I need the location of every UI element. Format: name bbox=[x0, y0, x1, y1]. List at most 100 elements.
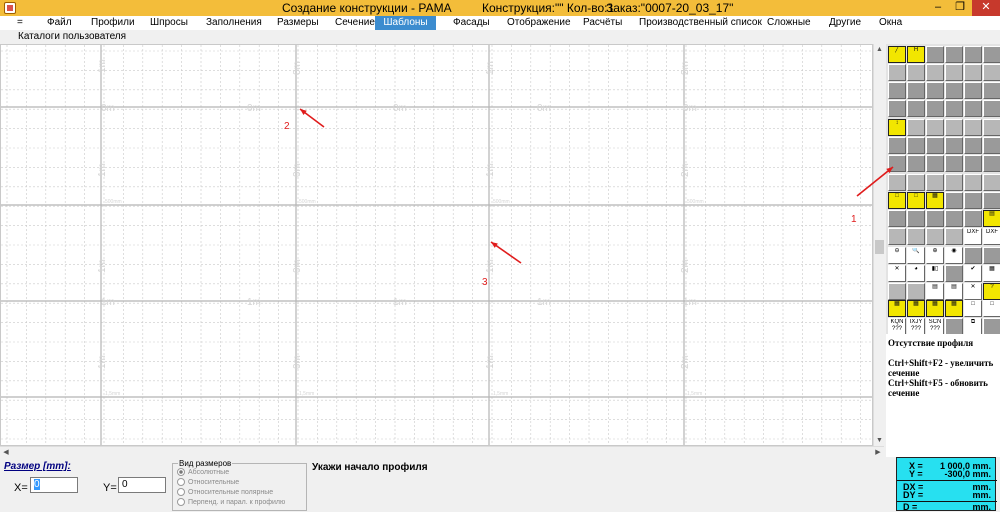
tool-button-11-5[interactable] bbox=[983, 247, 1000, 264]
tool-button-7-5[interactable] bbox=[983, 174, 1000, 191]
bar-chart-icon[interactable]: ▮▯ bbox=[926, 265, 944, 282]
tool-button-3-2[interactable] bbox=[926, 100, 944, 117]
menu-item-section[interactable]: Сечение bbox=[332, 16, 378, 30]
square-tool-2[interactable]: □ bbox=[983, 300, 1000, 317]
menu-item-complex[interactable]: Сложные bbox=[764, 16, 814, 30]
tool-button-15-5[interactable] bbox=[983, 318, 1000, 335]
tool-button-8-4[interactable] bbox=[964, 192, 982, 209]
tool-button-2-0[interactable] bbox=[888, 82, 906, 99]
menu-item-other[interactable]: Другие bbox=[826, 16, 864, 30]
menu-item-calculations[interactable]: Расчёты bbox=[580, 16, 625, 30]
document-red-icon[interactable]: ▤ bbox=[945, 283, 963, 300]
globe-icon[interactable]: ◉ bbox=[945, 247, 963, 264]
tool-button-3-4[interactable] bbox=[964, 100, 982, 117]
radio-absolute[interactable]: Абсолютные bbox=[177, 468, 229, 477]
tool-button-7-2[interactable] bbox=[926, 174, 944, 191]
tool-button-10-0[interactable] bbox=[888, 228, 906, 245]
restore-button[interactable]: ❐ bbox=[948, 0, 972, 16]
dxf-export-tool[interactable]: DXF bbox=[983, 228, 1000, 245]
tool-button-1-1[interactable] bbox=[907, 64, 925, 81]
tool-button-5-0[interactable] bbox=[888, 137, 906, 154]
tool-button-1-0[interactable] bbox=[888, 64, 906, 81]
square-sash-tool[interactable]: □ bbox=[907, 192, 925, 209]
horizontal-scrollbar[interactable]: ◀ ▶ bbox=[0, 446, 884, 457]
document-icon[interactable]: ▤ bbox=[926, 283, 944, 300]
tool-button-5-5[interactable] bbox=[983, 137, 1000, 154]
tool-button-1-5[interactable] bbox=[983, 64, 1000, 81]
tool-button-4-1[interactable] bbox=[907, 119, 925, 136]
grid-frame-tool[interactable]: ▦ bbox=[926, 192, 944, 209]
grid-tool-3[interactable]: ▦ bbox=[926, 300, 944, 317]
menu-item-user-catalogs[interactable]: Каталоги пользователя bbox=[18, 30, 126, 43]
tool-button-1-2[interactable] bbox=[926, 64, 944, 81]
tool-button-10-1[interactable] bbox=[907, 228, 925, 245]
drawing-canvas[interactable]: 0m 0m 0m 0m 0m 1m 1m 1m 1m 1m 1m 0m 1m 2m 1m 0m 1m 2m 1m 0m… bbox=[0, 44, 873, 446]
tool-button-3-1[interactable] bbox=[907, 100, 925, 117]
dxf-import-tool[interactable]: DXF bbox=[964, 228, 982, 245]
square-tool[interactable]: □ bbox=[964, 300, 982, 317]
tool-button-0-2[interactable] bbox=[926, 46, 944, 63]
tool-button-12-3[interactable] bbox=[945, 265, 963, 282]
menu-item-templates[interactable]: Шаблоны bbox=[375, 16, 436, 30]
menu-item-sizes[interactable]: Размеры bbox=[274, 16, 322, 30]
tool-button-6-4[interactable] bbox=[964, 155, 982, 172]
grid-tool-4[interactable]: ▦ bbox=[945, 300, 963, 317]
tool-button-9-3[interactable] bbox=[945, 210, 963, 227]
tool-button-2-4[interactable] bbox=[964, 82, 982, 99]
radio-relative[interactable]: Относительные bbox=[177, 478, 239, 487]
tool-button-0-4[interactable] bbox=[964, 46, 982, 63]
menu-item-fillings[interactable]: Заполнения bbox=[203, 16, 265, 30]
menu-item-file[interactable]: Файл bbox=[44, 16, 75, 30]
scroll-up-icon[interactable]: ▲ bbox=[875, 45, 884, 54]
copy-frame-tool[interactable]: ⧉ bbox=[964, 318, 982, 335]
tool-button-9-1[interactable] bbox=[907, 210, 925, 227]
frame-profile-tool[interactable]: H bbox=[907, 46, 925, 63]
draw-profile-tool[interactable]: ╱ bbox=[888, 46, 906, 63]
cursor-tool[interactable]: ✕ bbox=[888, 265, 906, 282]
ixjy-tool[interactable]: IXJY ??? bbox=[907, 318, 925, 335]
scroll-down-icon[interactable]: ▼ bbox=[875, 436, 884, 445]
tool-button-5-1[interactable] bbox=[907, 137, 925, 154]
zoom-icon[interactable]: 🔍 bbox=[907, 247, 925, 264]
tool-button-2-1[interactable] bbox=[907, 82, 925, 99]
check-icon[interactable]: ✔ bbox=[964, 265, 982, 282]
tool-button-2-5[interactable] bbox=[983, 82, 1000, 99]
close-button[interactable]: ✕ bbox=[972, 0, 1000, 16]
grid-tool-2[interactable]: ▦ bbox=[907, 300, 925, 317]
tool-button-1-4[interactable] bbox=[964, 64, 982, 81]
tool-button-7-1[interactable] bbox=[907, 174, 925, 191]
tool-button-3-5[interactable] bbox=[983, 100, 1000, 117]
menu-item-mullions[interactable]: Шпросы bbox=[147, 16, 191, 30]
yellow-frame-tool[interactable]: ▤ bbox=[983, 210, 1000, 227]
menu-item-windows[interactable]: Окна bbox=[876, 16, 905, 30]
tool-button-6-1[interactable] bbox=[907, 155, 925, 172]
zoom-out-icon[interactable]: ⊖ bbox=[888, 247, 906, 264]
tool-button-4-5[interactable] bbox=[983, 119, 1000, 136]
tool-button-6-3[interactable] bbox=[945, 155, 963, 172]
tool-button-9-4[interactable] bbox=[964, 210, 982, 227]
tool-button-8-5[interactable] bbox=[983, 192, 1000, 209]
delete-icon[interactable]: ✕ bbox=[964, 283, 982, 300]
menu-item-facades[interactable]: Фасады bbox=[450, 16, 493, 30]
tool-button-9-2[interactable] bbox=[926, 210, 944, 227]
tool-button-15-3[interactable] bbox=[945, 318, 963, 335]
tool-button-6-2[interactable] bbox=[926, 155, 944, 172]
tool-button-1-3[interactable] bbox=[945, 64, 963, 81]
menu-item-production-list[interactable]: Производственный список bbox=[636, 16, 765, 30]
tool-button-10-3[interactable] bbox=[945, 228, 963, 245]
vertical-scrollbar[interactable]: ▲ ▼ bbox=[873, 44, 884, 446]
grid-tool-1[interactable]: ▦ bbox=[888, 300, 906, 317]
menu-item-display[interactable]: Отображение bbox=[504, 16, 574, 30]
scroll-thumb[interactable] bbox=[875, 240, 884, 254]
radio-perpendicular[interactable]: Перпенд. и парал. к профилю bbox=[177, 498, 285, 507]
tool-button-5-3[interactable] bbox=[945, 137, 963, 154]
tool-button-13-0[interactable] bbox=[888, 283, 906, 300]
tool-button-0-5[interactable] bbox=[983, 46, 1000, 63]
tool-button-13-1[interactable] bbox=[907, 283, 925, 300]
kqn-tool[interactable]: KQN ??? bbox=[888, 318, 906, 335]
scn-tool[interactable]: SCN ??? bbox=[926, 318, 944, 335]
help-icon[interactable]: ? bbox=[983, 283, 1000, 300]
tool-button-4-2[interactable] bbox=[926, 119, 944, 136]
table-icon[interactable]: ▦ bbox=[983, 265, 1000, 282]
tool-button-3-0[interactable] bbox=[888, 100, 906, 117]
